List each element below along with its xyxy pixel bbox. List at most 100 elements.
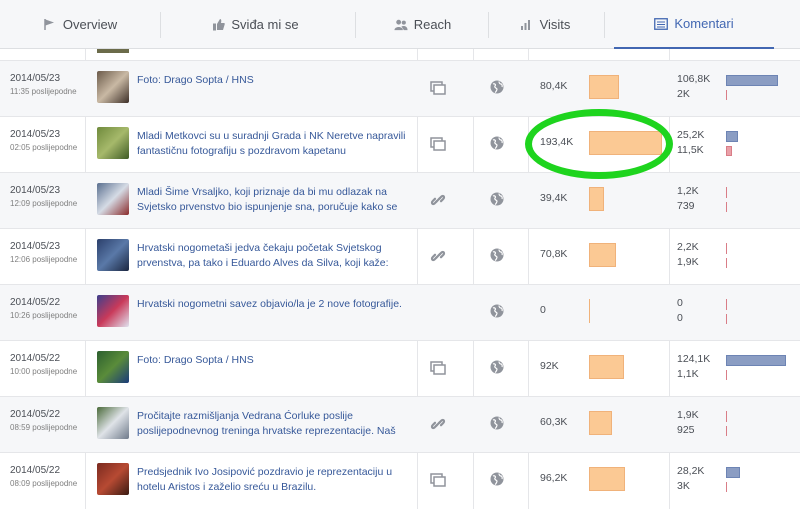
list-icon xyxy=(654,17,669,31)
globe-icon xyxy=(490,248,504,262)
globe-icon xyxy=(490,416,504,430)
post-date: 2014/05/22 xyxy=(10,297,61,308)
post-thumbnail[interactable] xyxy=(97,183,129,215)
engagement-primary-value: 106,8K xyxy=(677,73,711,85)
post-title-link[interactable]: Hrvatski nogometaši jedva čekaju početak… xyxy=(137,241,412,271)
posts-table: 2014/05/23 11:35 poslijepodne Foto: Drago … xyxy=(0,49,800,509)
reach-value: 80,4K xyxy=(540,80,568,92)
reach-bar xyxy=(589,467,625,491)
engagement-primary-value: 1,2K xyxy=(677,185,699,197)
globe-icon xyxy=(490,472,504,486)
post-time: 02:05 poslijepodne xyxy=(10,143,78,152)
table-row[interactable]: 2014/05/23 12:06 poslijepodne Hrvatski nog… xyxy=(0,228,800,284)
tab-overview[interactable]: Overview xyxy=(20,0,140,49)
post-date: 2014/05/23 xyxy=(10,241,61,252)
engagement-secondary-bar xyxy=(726,258,727,268)
post-time: 12:06 poslijepodne xyxy=(10,255,78,264)
post-title-link[interactable]: Mladi Metkovci su u suradnji Grada i NK … xyxy=(137,129,412,161)
table-row[interactable]: 2014/05/22 10:26 poslijepodne Hrvatski nog… xyxy=(0,284,800,340)
post-title-link[interactable]: Mladi Šime Vrsaljko, koji priznaje da bi… xyxy=(137,185,412,215)
engagement-primary-bar xyxy=(726,243,727,254)
tab-label: Overview xyxy=(62,17,118,32)
engagement-primary-bar xyxy=(726,75,778,86)
post-thumbnail[interactable] xyxy=(97,239,129,271)
tab-label: Reach xyxy=(413,17,452,32)
post-date: 2014/05/22 xyxy=(10,353,61,364)
engagement-secondary-bar xyxy=(726,314,727,324)
post-thumbnail[interactable] xyxy=(97,127,129,159)
reach-bar xyxy=(589,411,612,435)
post-title-link[interactable]: Foto: Drago Sopta / HNS xyxy=(137,353,412,368)
link-type-icon xyxy=(430,416,446,432)
post-time: 08:59 poslijepodne xyxy=(10,423,78,432)
engagement-secondary-value: 0 xyxy=(677,312,683,324)
engagement-secondary-value: 11,5K xyxy=(677,144,704,156)
globe-icon xyxy=(490,192,504,206)
people-icon xyxy=(394,18,408,32)
photo-type-icon xyxy=(430,136,446,152)
post-date: 2014/05/22 xyxy=(10,409,61,420)
photo-type-icon xyxy=(430,360,446,376)
engagement-secondary-value: 925 xyxy=(677,424,695,436)
post-thumbnail[interactable] xyxy=(97,295,129,327)
tab-label: Visits xyxy=(539,17,571,32)
tab-visits[interactable]: Visits xyxy=(495,0,595,49)
table-row[interactable]: 2014/05/22 10:00 poslijepodne Foto: Drago … xyxy=(0,340,800,396)
reach-bar xyxy=(589,187,604,211)
post-thumbnail[interactable] xyxy=(97,71,129,103)
table-row[interactable]: 2014/05/22 08:09 poslijepodne Predsjednik … xyxy=(0,452,800,508)
engagement-primary-bar xyxy=(726,187,727,198)
post-date: 2014/05/23 xyxy=(10,73,61,84)
reach-value: 70,8K xyxy=(540,248,568,260)
like-icon xyxy=(211,18,225,32)
engagement-secondary-bar xyxy=(726,90,727,100)
engagement-secondary-value: 1,9K xyxy=(677,256,699,268)
engagement-primary-value: 28,2K xyxy=(677,465,705,477)
post-title-link[interactable]: Hrvatski nogometni savez objavio/la je 2… xyxy=(137,297,412,312)
post-thumbnail[interactable] xyxy=(97,463,129,495)
post-thumbnail[interactable] xyxy=(97,407,129,439)
engagement-secondary-bar xyxy=(726,426,727,436)
engagement-primary-bar xyxy=(726,355,786,366)
tab-likes[interactable]: Sviđa mi se xyxy=(185,0,325,49)
post-title-link[interactable]: Pročitajte razmišljanja Vedrana Ćorluke … xyxy=(137,409,412,439)
post-date: 2014/05/23 xyxy=(10,185,61,196)
table-row[interactable]: 2014/05/22 08:59 poslijepodne Pročitajte r… xyxy=(0,396,800,452)
table-row[interactable]: 2014/05/23 02:05 poslijepodne Mladi Metkov… xyxy=(0,116,800,172)
clipped-thumbnail xyxy=(97,49,129,53)
tab-comments[interactable]: Komentari xyxy=(614,0,774,49)
reach-bar xyxy=(589,131,662,155)
engagement-primary-bar xyxy=(726,299,727,310)
engagement-primary-value: 2,2K xyxy=(677,241,699,253)
reach-bar xyxy=(589,299,590,323)
engagement-primary-value: 25,2K xyxy=(677,129,705,141)
tab-reach[interactable]: Reach xyxy=(365,0,480,49)
post-date: 2014/05/23 xyxy=(10,129,61,140)
bar-chart-icon xyxy=(520,18,534,32)
engagement-primary-bar xyxy=(726,411,727,422)
engagement-primary-bar xyxy=(726,131,738,142)
reach-value: 92K xyxy=(540,360,559,372)
reach-value: 0 xyxy=(540,304,546,316)
engagement-secondary-value: 1,1K xyxy=(677,368,699,380)
post-title-link[interactable]: Predsjednik Ivo Josipović pozdravio je r… xyxy=(137,465,412,495)
photo-type-icon xyxy=(430,472,446,488)
post-time: 12:09 poslijepodne xyxy=(10,199,78,208)
photo-type-icon xyxy=(430,80,446,96)
reach-value: 60,3K xyxy=(540,416,568,428)
reach-bar xyxy=(589,75,619,99)
post-thumbnail[interactable] xyxy=(97,351,129,383)
table-row[interactable]: 2014/05/23 12:09 poslijepodne Mladi Šime V… xyxy=(0,172,800,228)
tab-label: Komentari xyxy=(674,16,734,31)
globe-icon xyxy=(490,304,504,318)
table-row[interactable]: 2014/05/23 11:35 poslijepodne Foto: Drago … xyxy=(0,60,800,116)
engagement-secondary-value: 2K xyxy=(677,88,690,100)
reach-bar xyxy=(589,355,624,379)
engagement-primary-value: 124,1K xyxy=(677,353,711,365)
globe-icon xyxy=(490,80,504,94)
post-date: 2014/05/22 xyxy=(10,465,61,476)
engagement-secondary-value: 3K xyxy=(677,480,690,492)
reach-value: 39,4K xyxy=(540,192,568,204)
engagement-secondary-bar xyxy=(726,482,727,492)
post-title-link[interactable]: Foto: Drago Sopta / HNS xyxy=(137,73,412,88)
